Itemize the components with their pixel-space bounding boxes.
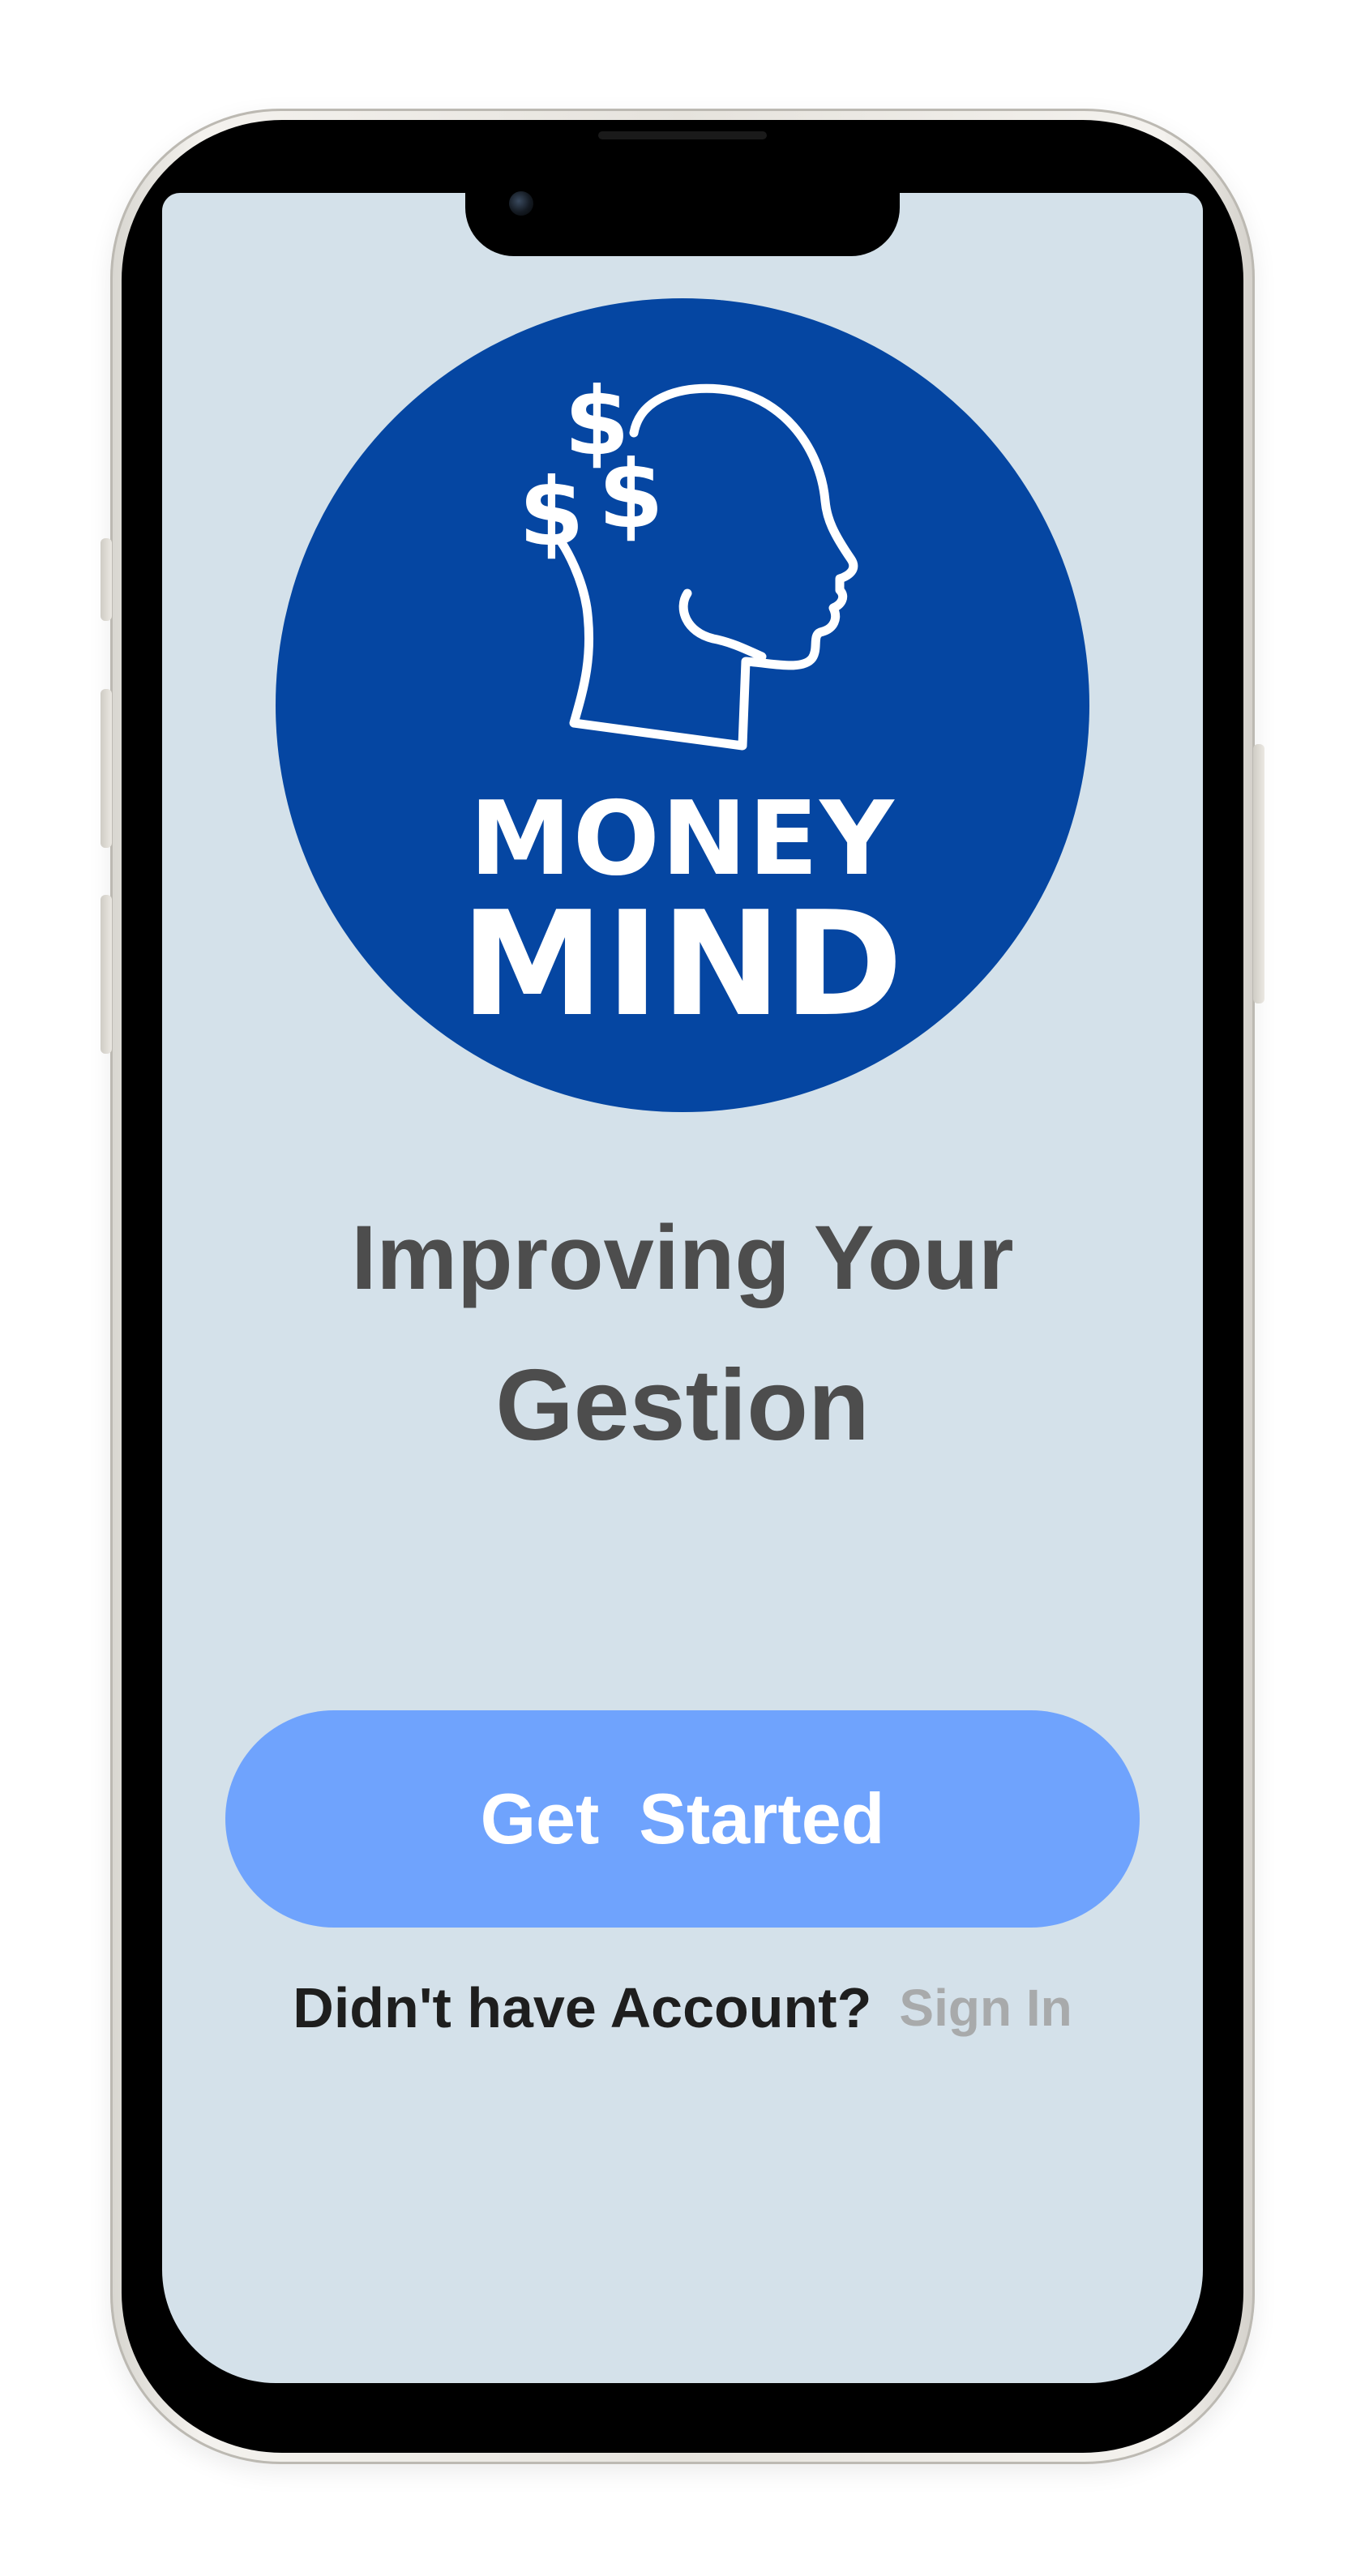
account-question-text: Didn't have Account? bbox=[293, 1976, 872, 2039]
earpiece-speaker bbox=[598, 131, 767, 139]
mute-switch bbox=[101, 538, 112, 621]
volume-down-button bbox=[101, 895, 112, 1054]
power-button bbox=[1253, 744, 1264, 1003]
headline-line-1: Improving Your bbox=[351, 1207, 1014, 1308]
headline-line-2: Gestion bbox=[495, 1350, 870, 1461]
svg-text:$: $ bbox=[598, 440, 664, 550]
account-prompt-row: Didn't have Account? Sign In bbox=[227, 1971, 1138, 2044]
svg-text:$: $ bbox=[519, 458, 584, 567]
volume-up-button bbox=[101, 689, 112, 848]
sign-in-link[interactable]: Sign In bbox=[899, 1978, 1072, 2038]
get-started-button[interactable]: Get Started bbox=[225, 1710, 1140, 1928]
head-with-dollar-signs-icon: $ $ $ bbox=[519, 367, 858, 751]
logo-word-mind: MIND bbox=[460, 880, 905, 1048]
logo-word-money: MONEY bbox=[469, 779, 896, 898]
front-camera bbox=[509, 191, 533, 216]
